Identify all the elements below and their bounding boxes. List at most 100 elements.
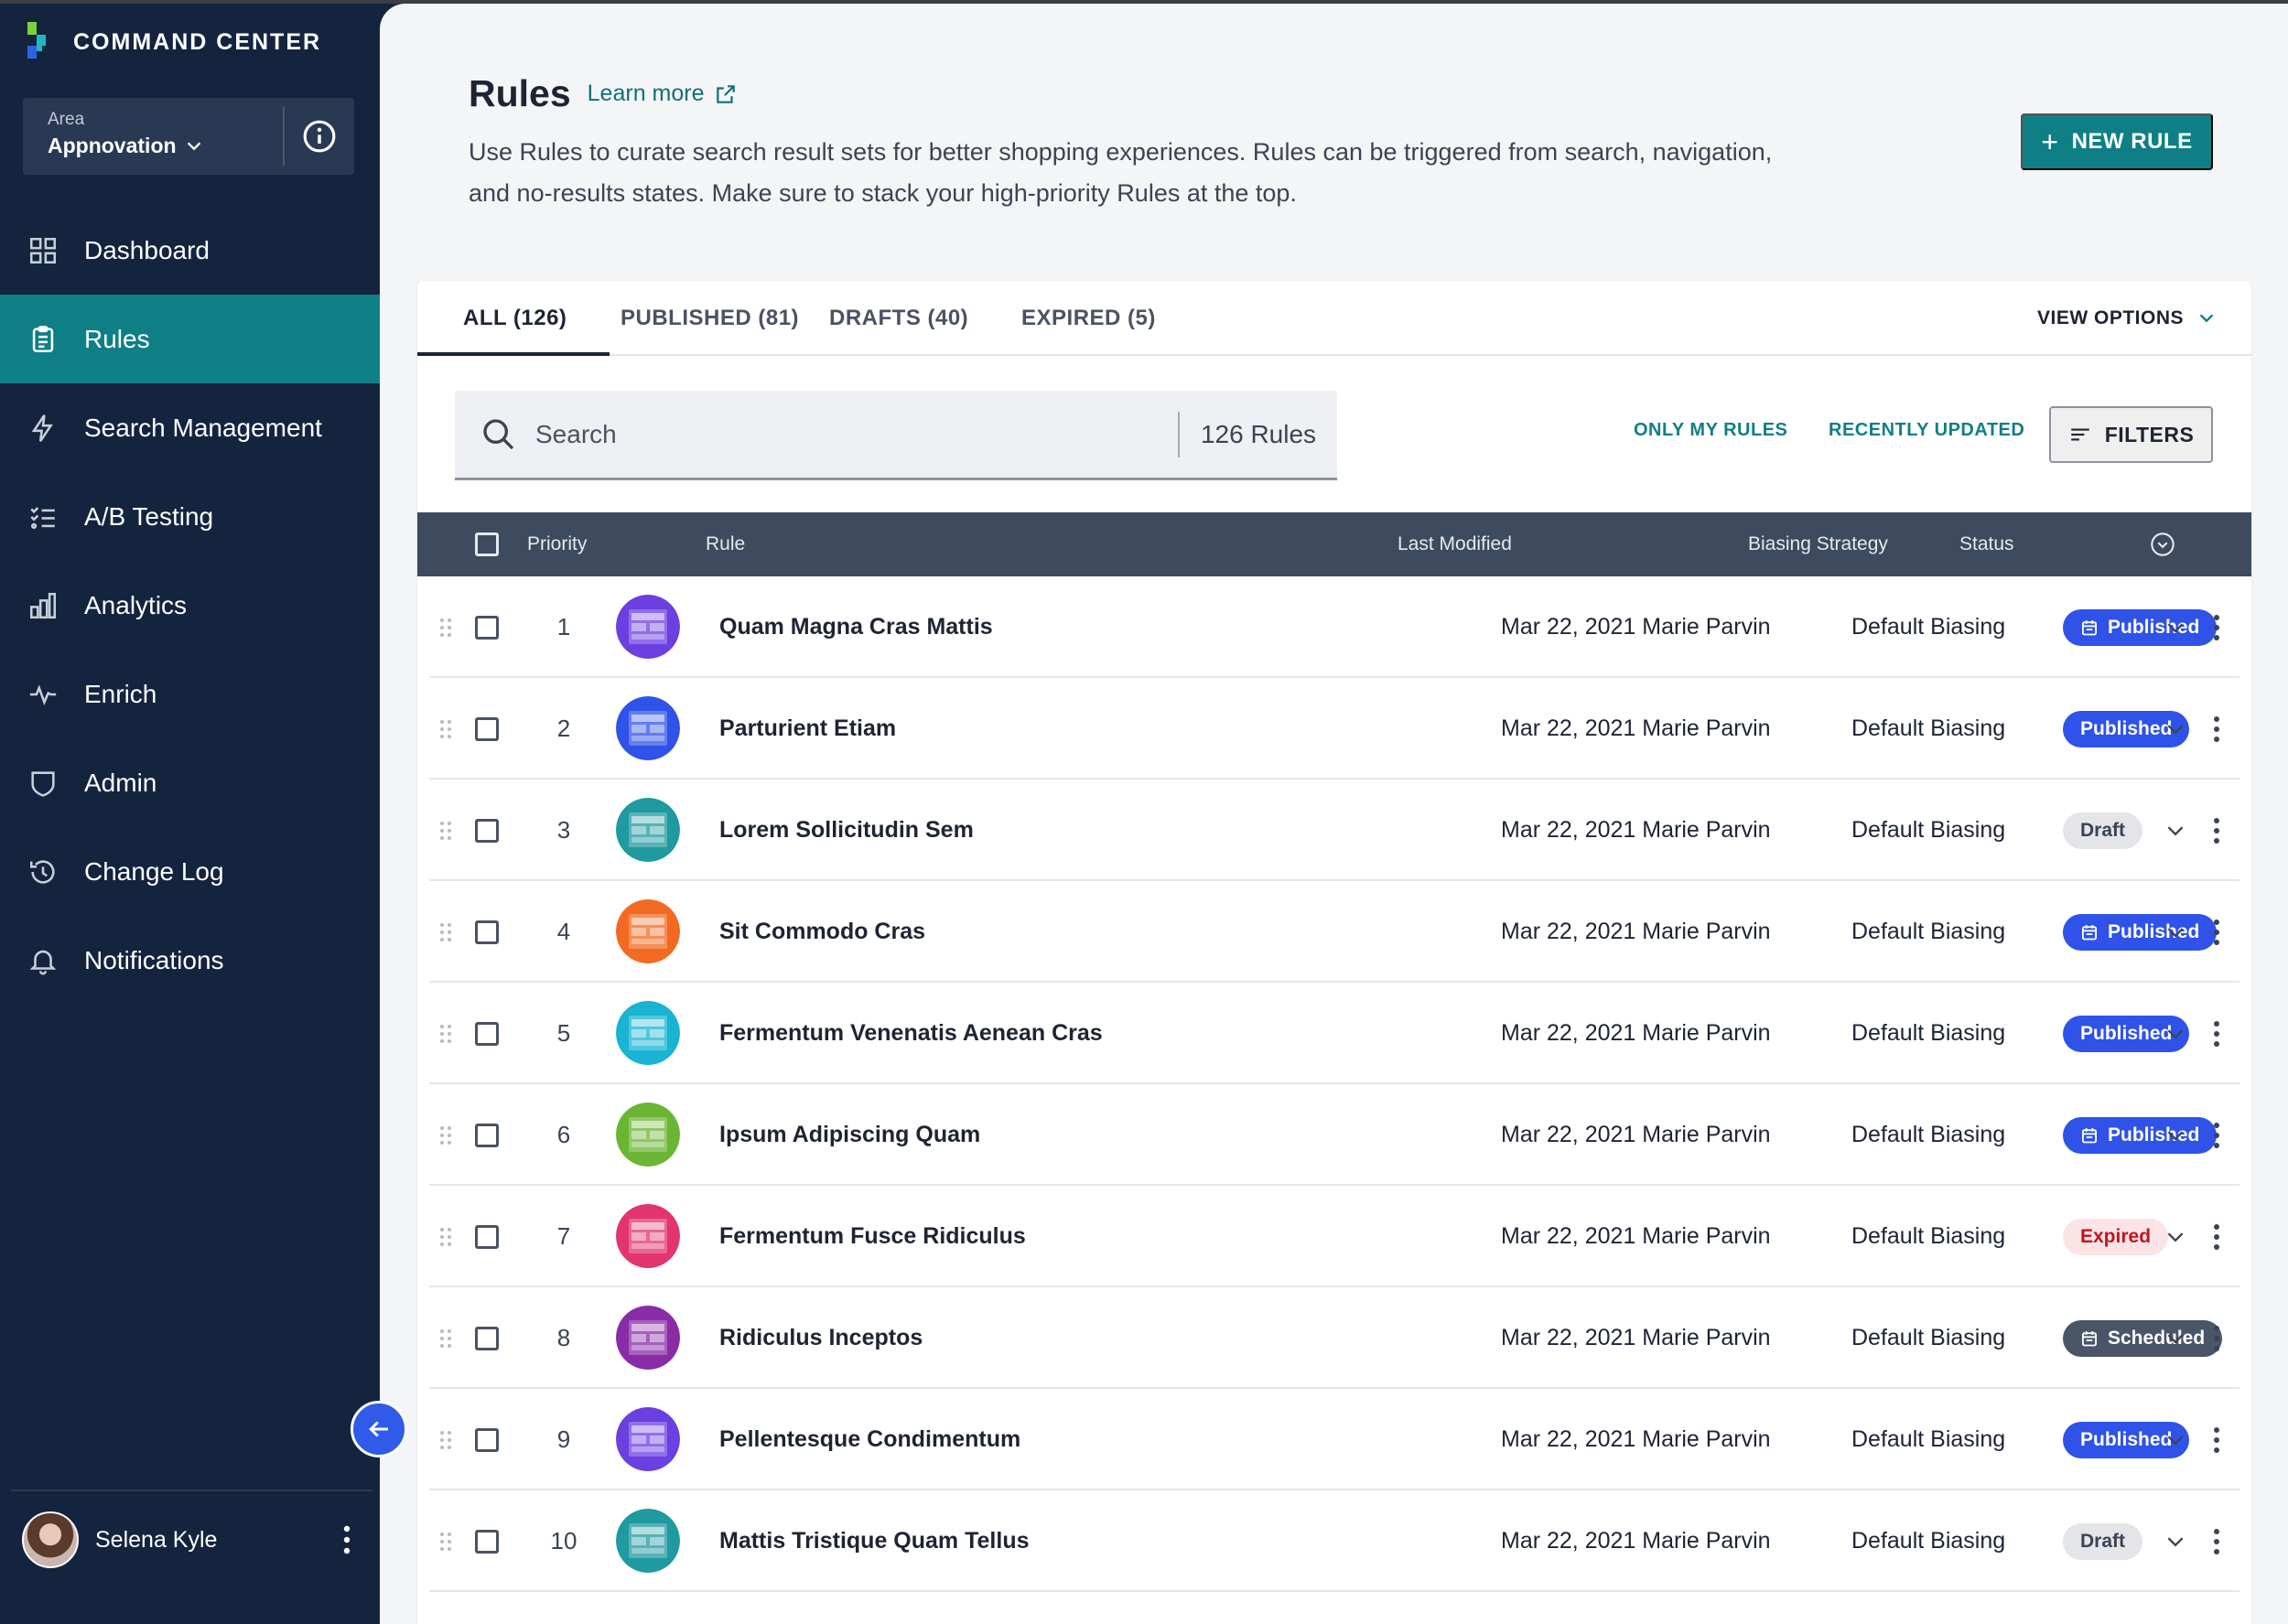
area-selector[interactable]: Area Appnovation [23, 98, 354, 175]
search-icon [483, 418, 514, 449]
table-row[interactable]: 2 Parturient Etiam Mar 22, 2021 Marie Parv… [429, 678, 2239, 780]
row-menu-button[interactable] [2213, 678, 2220, 780]
column-biasing-strategy[interactable]: Biasing Strategy [1748, 512, 1888, 576]
drag-handle-icon[interactable] [439, 678, 452, 780]
row-checkbox[interactable] [475, 716, 499, 741]
drag-handle-icon[interactable] [439, 1186, 452, 1287]
tab-all[interactable]: ALL (126) [463, 281, 567, 356]
row-menu-button[interactable] [2213, 1389, 2220, 1490]
recently-updated-button[interactable]: RECENTLY UPDATED [1829, 420, 2024, 441]
drag-handle-icon[interactable] [439, 780, 452, 881]
sidebar-item-analytics[interactable]: Analytics [0, 561, 380, 650]
area-dropdown[interactable]: Area Appnovation [23, 98, 283, 175]
tab-expired[interactable]: EXPIRED (5) [1021, 281, 1156, 356]
avatar[interactable] [22, 1511, 79, 1568]
sidebar-item-ab-testing[interactable]: A/B Testing [0, 472, 380, 561]
rule-name-link[interactable]: Quam Magna Cras Mattis [719, 576, 993, 678]
area-value-row: Appnovation [48, 134, 283, 158]
select-all-checkbox[interactable] [475, 532, 499, 556]
row-biasing-strategy: Default Biasing [1851, 1528, 2006, 1554]
row-checkbox[interactable] [475, 1529, 499, 1554]
row-checkbox[interactable] [475, 1427, 499, 1452]
view-options-dropdown[interactable]: VIEW OPTIONS [2037, 281, 2217, 356]
sidebar-item-enrich[interactable]: Enrich [0, 650, 380, 738]
drag-handle-icon[interactable] [439, 1389, 452, 1490]
rule-name-link[interactable]: Ipsum Adipiscing Quam [719, 1084, 980, 1186]
row-menu-button[interactable] [2213, 881, 2220, 983]
row-checkbox[interactable] [475, 1021, 499, 1046]
expand-row-button[interactable] [2164, 780, 2187, 881]
user-menu-icon[interactable] [333, 1522, 361, 1558]
search-input[interactable] [535, 419, 1178, 449]
rule-name-link[interactable]: Mattis Tristique Quam Tellus [719, 1490, 1030, 1592]
drag-handle-icon[interactable] [439, 1084, 452, 1186]
rule-name-link[interactable]: Parturient Etiam [719, 678, 896, 780]
brand[interactable]: COMMAND CENTER [26, 22, 321, 62]
expand-row-button[interactable] [2164, 983, 2187, 1084]
collapse-sidebar-button[interactable] [351, 1401, 407, 1457]
rule-name-link[interactable]: Ridiculus Inceptos [719, 1287, 923, 1389]
tab-published[interactable]: PUBLISHED (81) [621, 281, 799, 356]
column-rule[interactable]: Rule [706, 512, 745, 576]
column-last-modified[interactable]: Last Modified [1398, 512, 1512, 576]
sidebar-item-rules[interactable]: Rules [0, 295, 380, 383]
sidebar-item-admin[interactable]: Admin [0, 738, 380, 827]
expand-row-button[interactable] [2164, 1084, 2187, 1186]
sidebar-item-notifications[interactable]: Notifications [0, 916, 380, 1005]
drag-handle-icon[interactable] [439, 1287, 452, 1389]
column-priority[interactable]: Priority [527, 512, 587, 576]
drag-handle-icon[interactable] [439, 576, 452, 678]
rule-name-link[interactable]: Lorem Sollicitudin Sem [719, 780, 974, 881]
table-row[interactable]: 1 Quam Magna Cras Mattis Mar 22, 2021 Mari… [429, 576, 2239, 678]
page-description: Use Rules to curate search result sets f… [469, 138, 1773, 207]
expand-row-button[interactable] [2164, 1186, 2187, 1287]
sidebar-item-change-log[interactable]: Change Log [0, 827, 380, 916]
drag-handle-icon[interactable] [439, 1490, 452, 1592]
row-checkbox[interactable] [475, 818, 499, 843]
row-menu-button[interactable] [2213, 983, 2220, 1084]
row-menu-button[interactable] [2213, 1287, 2220, 1389]
rule-name-link[interactable]: Sit Commodo Cras [719, 881, 925, 983]
drag-handle-icon[interactable] [439, 881, 452, 983]
drag-handle-icon[interactable] [439, 983, 452, 1084]
table-row[interactable]: 9 Pellentesque Condimentum Mar 22, 2021 Ma… [429, 1389, 2239, 1490]
table-row[interactable]: 4 Sit Commodo Cras Mar 22, 2021 Marie Parv… [429, 881, 2239, 983]
row-checkbox[interactable] [475, 1123, 499, 1147]
table-row[interactable]: 7 Fermentum Fusce Ridiculus Mar 22, 2021 M… [429, 1186, 2239, 1287]
expand-row-button[interactable] [2164, 1287, 2187, 1389]
table-row[interactable]: 8 Ridiculus Inceptos Mar 22, 2021 Marie Pa… [429, 1287, 2239, 1389]
row-checkbox[interactable] [475, 920, 499, 944]
expand-row-button[interactable] [2164, 881, 2187, 983]
sidebar-item-search-management[interactable]: Search Management [0, 383, 380, 472]
row-menu-button[interactable] [2213, 1084, 2220, 1186]
learn-more-link[interactable]: Learn more [588, 81, 738, 107]
rule-thumbnail-icon [616, 1509, 680, 1573]
rule-name-link[interactable]: Fermentum Fusce Ridiculus [719, 1186, 1026, 1287]
row-menu-button[interactable] [2213, 780, 2220, 881]
expand-row-button[interactable] [2164, 678, 2187, 780]
expand-row-button[interactable] [2164, 576, 2187, 678]
column-settings-button[interactable] [2150, 512, 2175, 576]
table-row[interactable]: 3 Lorem Sollicitudin Sem Mar 22, 2021 Mari… [429, 780, 2239, 881]
table-row[interactable]: 5 Fermentum Venenatis Aenean Cras Mar 22, … [429, 983, 2239, 1084]
user-profile[interactable]: Selena Kyle [22, 1510, 361, 1570]
row-checkbox[interactable] [475, 1326, 499, 1350]
rule-name-link[interactable]: Fermentum Venenatis Aenean Cras [719, 983, 1103, 1084]
expand-row-button[interactable] [2164, 1490, 2187, 1592]
rule-name-link[interactable]: Pellentesque Condimentum [719, 1389, 1020, 1490]
tab-drafts[interactable]: DRAFTS (40) [829, 281, 968, 356]
sidebar-item-dashboard[interactable]: Dashboard [0, 206, 380, 295]
row-checkbox[interactable] [475, 1224, 499, 1249]
area-info-button[interactable] [285, 98, 354, 175]
row-checkbox[interactable] [475, 615, 499, 640]
row-menu-button[interactable] [2213, 1186, 2220, 1287]
only-my-rules-button[interactable]: ONLY MY RULES [1634, 420, 1787, 441]
row-menu-button[interactable] [2213, 576, 2220, 678]
row-menu-button[interactable] [2213, 1490, 2220, 1592]
expand-row-button[interactable] [2164, 1389, 2187, 1490]
new-rule-button[interactable]: + NEW RULE [2021, 113, 2213, 170]
table-row[interactable]: 10 Mattis Tristique Quam Tellus Mar 22, 20… [429, 1490, 2239, 1592]
column-status[interactable]: Status [1959, 512, 2014, 576]
filters-button[interactable]: FILTERS [2049, 406, 2213, 463]
table-row[interactable]: 6 Ipsum Adipiscing Quam Mar 22, 2021 Marie… [429, 1084, 2239, 1186]
